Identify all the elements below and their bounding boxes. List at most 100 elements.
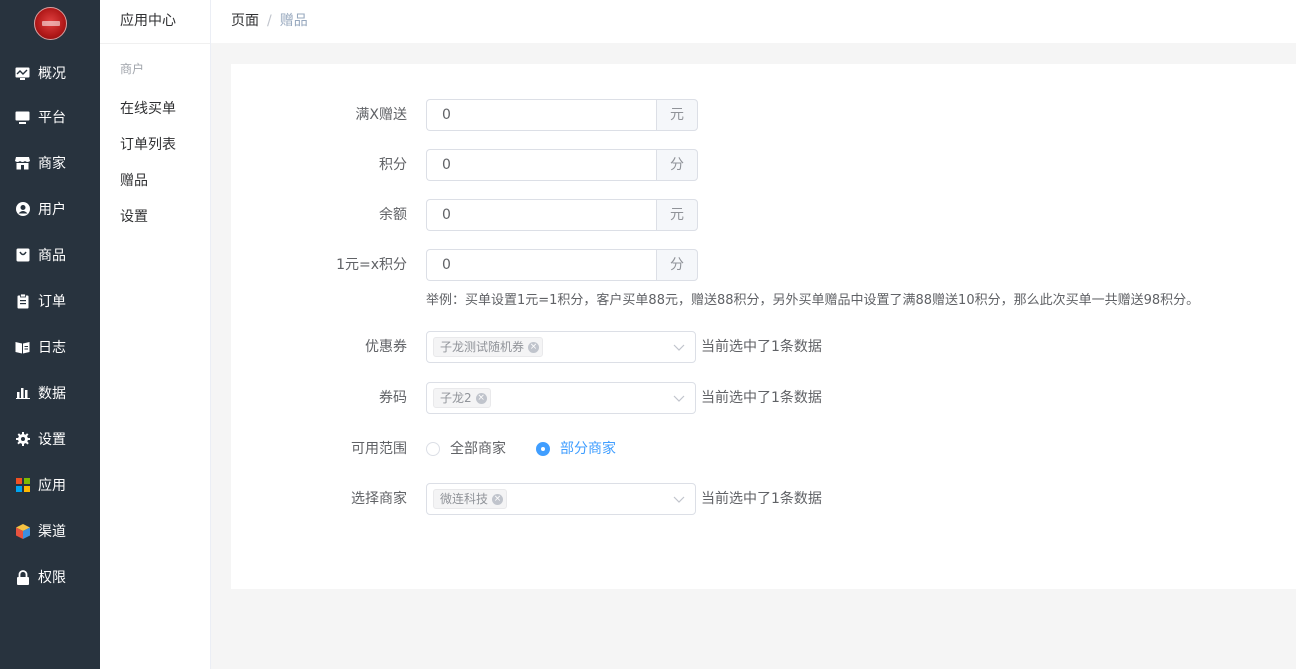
form-row-merchant: 选择商家 微连科技 × 当前选中了1条数据 [231, 483, 1296, 515]
bag-icon [15, 248, 30, 263]
sub-sidebar-title: 应用中心 [120, 13, 176, 29]
points-input-group: 0 分 [426, 149, 698, 181]
full-gift-unit: 元 [656, 99, 698, 131]
logo[interactable] [34, 7, 67, 40]
nav-label: 概况 [38, 66, 66, 82]
breadcrumb-root[interactable]: 页面 [231, 13, 259, 29]
nav-item-overview[interactable]: 概况 [0, 53, 100, 93]
form-row-scope: 可用范围 全部商家 部分商家 [231, 433, 1296, 465]
form-row-balance: 余额 0 元 [231, 199, 1296, 231]
rate-hint: 举例：买单设置1元=1积分，客户买单88元，赠送88积分，另外买单赠品中设置了满… [426, 293, 1200, 308]
nav-item-goods[interactable]: 商品 [0, 235, 100, 275]
merchant-select[interactable]: 微连科技 × [426, 483, 696, 515]
nav-item-platform[interactable]: 平台 [0, 97, 100, 137]
points-unit: 分 [656, 149, 698, 181]
clipboard-icon [15, 293, 30, 309]
nav-label: 用户 [38, 202, 66, 218]
sub-item-settings[interactable]: 设置 [120, 206, 148, 226]
sub-item-order-list[interactable]: 订单列表 [120, 134, 176, 154]
book-icon [15, 340, 30, 355]
nav-label: 权限 [38, 570, 66, 586]
code-tag: 子龙2 × [433, 388, 491, 408]
desktop-icon [15, 110, 30, 125]
nav-item-order[interactable]: 订单 [0, 281, 100, 321]
nav-item-apps[interactable]: 应用 [0, 465, 100, 505]
radio-all-merchants[interactable]: 全部商家 [426, 441, 506, 457]
nav-item-settings[interactable]: 设置 [0, 419, 100, 459]
rate-input[interactable]: 0 [426, 249, 656, 281]
merchant-tag-text: 微连科技 [440, 492, 489, 506]
merchant-selected-count: 当前选中了1条数据 [701, 491, 822, 507]
full-gift-input-group: 0 元 [426, 99, 698, 131]
sub-item-gift[interactable]: 赠品 [120, 170, 148, 190]
code-select[interactable]: 子龙2 × [426, 382, 696, 414]
nav-item-data[interactable]: 数据 [0, 373, 100, 413]
lock-icon [15, 569, 30, 585]
nav-label: 设置 [38, 432, 66, 448]
balance-input-group: 0 元 [426, 199, 698, 231]
close-icon[interactable]: × [492, 494, 504, 505]
sub-sidebar-group: 商户 [120, 62, 145, 76]
nav-item-channel[interactable]: 渠道 [0, 511, 100, 551]
apps-grid-icon [15, 478, 30, 493]
nav-label: 商家 [38, 156, 66, 172]
code-tag-text: 子龙2 [440, 391, 472, 405]
nav-label: 渠道 [38, 524, 66, 540]
balance-label: 余额 [379, 207, 407, 223]
store-icon [15, 156, 30, 171]
monitor-chart-icon [15, 66, 30, 81]
nav-item-permission[interactable]: 权限 [0, 557, 100, 597]
nav-item-user[interactable]: 用户 [0, 189, 100, 229]
nav-item-log[interactable]: 日志 [0, 327, 100, 367]
coupon-select[interactable]: 子龙测试随机券 × [426, 331, 696, 363]
coupon-tag: 子龙测试随机券 × [433, 337, 544, 357]
close-icon[interactable]: × [475, 393, 487, 404]
scope-label: 可用范围 [351, 441, 407, 457]
form-row-coupon: 优惠券 子龙测试随机券 × 当前选中了1条数据 [231, 331, 1296, 363]
merchant-label: 选择商家 [351, 491, 407, 507]
close-icon[interactable]: × [528, 342, 540, 353]
divider [100, 43, 210, 44]
bar-chart-icon [15, 386, 30, 401]
chevron-down-icon [673, 395, 685, 402]
form-row-points: 积分 0 分 [231, 149, 1296, 181]
nav-item-merchant[interactable]: 商家 [0, 143, 100, 183]
breadcrumb: 页面 / 赠品 [231, 10, 308, 30]
gift-form-card: 满X赠送 0 元 积分 0 分 余额 0 元 1元=x积分 0 分 举例：买单设… [231, 64, 1296, 589]
radio-circle-checked [536, 442, 550, 456]
nav-label: 应用 [38, 478, 66, 494]
merchant-tag: 微连科技 × [433, 489, 508, 509]
breadcrumb-separator: / [267, 13, 272, 29]
rate-label: 1元=x积分 [336, 257, 407, 273]
nav-label: 数据 [38, 386, 66, 402]
balance-unit: 元 [656, 199, 698, 231]
sub-item-online-pay[interactable]: 在线买单 [120, 98, 176, 118]
breadcrumb-current: 赠品 [279, 13, 308, 29]
form-row-full-gift: 满X赠送 0 元 [231, 99, 1296, 131]
rate-input-group: 0 分 [426, 249, 698, 281]
nav-label: 商品 [38, 248, 66, 264]
radio-part-label: 部分商家 [560, 441, 616, 457]
coupon-tag-text: 子龙测试随机券 [440, 340, 525, 354]
chevron-down-icon [673, 496, 685, 503]
top-bar: 页面 / 赠品 [211, 0, 1296, 43]
nav-label: 平台 [38, 110, 66, 126]
full-gift-input[interactable]: 0 [426, 99, 656, 131]
radio-part-merchants[interactable]: 部分商家 [536, 441, 616, 457]
balance-input[interactable]: 0 [426, 199, 656, 231]
code-selected-count: 当前选中了1条数据 [701, 390, 822, 406]
user-icon [15, 202, 30, 217]
form-row-rate: 1元=x积分 0 分 [231, 249, 1296, 281]
gear-icon [15, 432, 30, 447]
points-label: 积分 [379, 157, 407, 173]
points-input[interactable]: 0 [426, 149, 656, 181]
coupon-label: 优惠券 [365, 339, 407, 355]
radio-circle [426, 442, 440, 456]
nav-label: 订单 [38, 294, 66, 310]
chevron-down-icon [673, 344, 685, 351]
rate-unit: 分 [656, 249, 698, 281]
sub-sidebar: 应用中心 商户 在线买单 订单列表 赠品 设置 [100, 0, 211, 669]
cube-icon [15, 523, 30, 539]
form-row-code: 券码 子龙2 × 当前选中了1条数据 [231, 382, 1296, 414]
full-gift-label: 满X赠送 [355, 107, 407, 123]
